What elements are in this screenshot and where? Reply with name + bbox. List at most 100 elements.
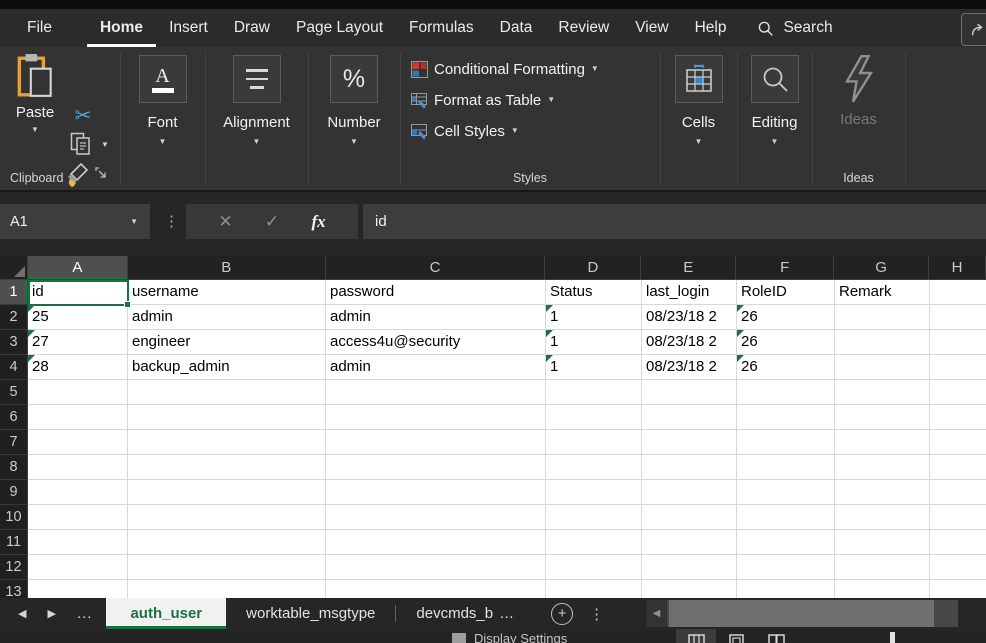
cell-styles-button[interactable]: Cell Styles ▼: [411, 121, 519, 141]
cell-F11[interactable]: [737, 530, 835, 555]
cell-F8[interactable]: [737, 455, 835, 480]
menu-item-data[interactable]: Data: [487, 9, 546, 47]
clipboard-dialog-launcher[interactable]: [95, 166, 107, 184]
cell-A7[interactable]: [28, 430, 128, 455]
cell-C3[interactable]: access4u@security: [326, 330, 546, 355]
cell-E13[interactable]: [642, 580, 737, 598]
cell-A6[interactable]: [28, 405, 128, 430]
row-header-12[interactable]: 12: [0, 555, 28, 580]
column-header-E[interactable]: E: [641, 256, 736, 280]
cell-H1[interactable]: [930, 280, 986, 305]
row-header-7[interactable]: 7: [0, 430, 28, 455]
cell-C7[interactable]: [326, 430, 546, 455]
column-header-F[interactable]: F: [736, 256, 834, 280]
menu-item-file[interactable]: File: [14, 9, 65, 47]
cell-B8[interactable]: [128, 455, 326, 480]
scrollbar-track[interactable]: [667, 600, 958, 627]
row-header-11[interactable]: 11: [0, 530, 28, 555]
row-header-5[interactable]: 5: [0, 380, 28, 405]
cell-D3[interactable]: 1: [546, 330, 642, 355]
cell-A4[interactable]: 28: [28, 355, 128, 380]
cell-A5[interactable]: [28, 380, 128, 405]
cell-D6[interactable]: [546, 405, 642, 430]
menu-item-draw[interactable]: Draw: [221, 9, 283, 47]
cell-E1[interactable]: last_login: [642, 280, 737, 305]
search-button[interactable]: Search: [745, 9, 844, 47]
next-sheet-arrow[interactable]: ▶: [47, 607, 55, 620]
cell-C5[interactable]: [326, 380, 546, 405]
formula-bar-grip[interactable]: ⋮: [164, 212, 179, 230]
prev-sheet-arrow[interactable]: ◀: [18, 607, 26, 620]
cell-G2[interactable]: [835, 305, 930, 330]
cell-E3[interactable]: 08/23/18 2: [642, 330, 737, 355]
menu-item-insert[interactable]: Insert: [156, 9, 221, 47]
cell-E8[interactable]: [642, 455, 737, 480]
cell-D11[interactable]: [546, 530, 642, 555]
cell-B13[interactable]: [128, 580, 326, 598]
cell-E10[interactable]: [642, 505, 737, 530]
cell-B12[interactable]: [128, 555, 326, 580]
cell-G5[interactable]: [835, 380, 930, 405]
cell-H6[interactable]: [930, 405, 986, 430]
cell-G1[interactable]: Remark: [835, 280, 930, 305]
cell-A1[interactable]: id: [28, 280, 128, 305]
copy-button[interactable]: [68, 131, 94, 157]
share-button[interactable]: [961, 13, 986, 46]
format-as-table-button[interactable]: Format as Table ▼: [411, 90, 555, 110]
cell-D2[interactable]: 1: [546, 305, 642, 330]
cell-G9[interactable]: [835, 480, 930, 505]
menu-item-view[interactable]: View: [622, 9, 681, 47]
cell-A13[interactable]: [28, 580, 128, 598]
cell-A10[interactable]: [28, 505, 128, 530]
cell-E12[interactable]: [642, 555, 737, 580]
cell-F5[interactable]: [737, 380, 835, 405]
editing-group-button[interactable]: Editing ▼: [737, 53, 812, 146]
cell-G11[interactable]: [835, 530, 930, 555]
tab-options-dots-icon[interactable]: ⋮: [589, 605, 604, 623]
cell-D7[interactable]: [546, 430, 642, 455]
cell-B3[interactable]: engineer: [128, 330, 326, 355]
cell-E11[interactable]: [642, 530, 737, 555]
row-header-8[interactable]: 8: [0, 455, 28, 480]
paste-dropdown-arrow[interactable]: ▼: [31, 126, 39, 134]
cell-A9[interactable]: [28, 480, 128, 505]
cell-G8[interactable]: [835, 455, 930, 480]
cell-E4[interactable]: 08/23/18 2: [642, 355, 737, 380]
ideas-button[interactable]: Ideas Ideas: [812, 47, 905, 192]
row-header-13[interactable]: 13: [0, 580, 28, 598]
cell-B1[interactable]: username: [128, 280, 326, 305]
font-group-button[interactable]: A Font ▼: [120, 53, 205, 146]
cell-G13[interactable]: [835, 580, 930, 598]
cell-A8[interactable]: [28, 455, 128, 480]
cell-D10[interactable]: [546, 505, 642, 530]
alignment-group-button[interactable]: Alignment ▼: [205, 53, 308, 146]
cell-D1[interactable]: Status: [546, 280, 642, 305]
cell-D8[interactable]: [546, 455, 642, 480]
row-header-9[interactable]: 9: [0, 480, 28, 505]
cell-D5[interactable]: [546, 380, 642, 405]
cell-C8[interactable]: [326, 455, 546, 480]
cell-F10[interactable]: [737, 505, 835, 530]
cell-F6[interactable]: [737, 405, 835, 430]
cell-F1[interactable]: RoleID: [737, 280, 835, 305]
cell-A12[interactable]: [28, 555, 128, 580]
cell-E2[interactable]: 08/23/18 2: [642, 305, 737, 330]
cell-H10[interactable]: [930, 505, 986, 530]
cells-group-button[interactable]: Cells ▼: [660, 53, 737, 146]
cell-C13[interactable]: [326, 580, 546, 598]
row-header-4[interactable]: 4: [0, 355, 28, 380]
cell-C12[interactable]: [326, 555, 546, 580]
cell-H5[interactable]: [930, 380, 986, 405]
cell-H8[interactable]: [930, 455, 986, 480]
row-header-6[interactable]: 6: [0, 405, 28, 430]
cell-F12[interactable]: [737, 555, 835, 580]
row-header-1[interactable]: 1: [0, 280, 28, 305]
number-group-button[interactable]: % Number ▼: [308, 53, 400, 146]
cell-D4[interactable]: 1: [546, 355, 642, 380]
row-header-2[interactable]: 2: [0, 305, 28, 330]
cell-H9[interactable]: [930, 480, 986, 505]
column-header-A[interactable]: A: [28, 256, 128, 280]
cell-C9[interactable]: [326, 480, 546, 505]
cell-G7[interactable]: [835, 430, 930, 455]
enter-icon[interactable]: ✓: [265, 212, 279, 232]
